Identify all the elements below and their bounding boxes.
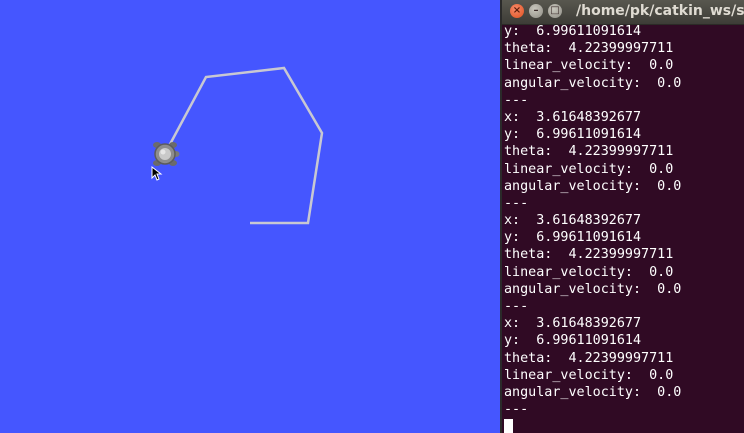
terminal-prompt-line <box>504 418 744 433</box>
terminal-line: angular_velocity: 0.0 <box>504 178 682 194</box>
terminal-line: linear_velocity: 0.0 <box>504 264 674 280</box>
minimize-icon[interactable]: – <box>529 4 543 18</box>
turtle-trail <box>166 66 324 225</box>
terminal-line: linear_velocity: 0.0 <box>504 58 674 74</box>
turtle-icon <box>153 142 180 166</box>
terminal-window[interactable]: × – □ /home/pk/catkin_ws/sr y: 6.9961109… <box>502 0 744 433</box>
terminal-line: y: 6.99611091614 <box>504 230 642 246</box>
terminal-line: x: 3.61648392677 <box>504 213 642 229</box>
terminal-line: --- <box>504 402 529 418</box>
terminal-line: --- <box>504 195 529 211</box>
terminal-title: /home/pk/catkin_ws/sr <box>576 3 744 19</box>
terminal-line: theta: 4.22399997711 <box>504 350 674 366</box>
terminal-line: angular_velocity: 0.0 <box>504 75 682 91</box>
maximize-icon[interactable]: □ <box>548 4 562 18</box>
terminal-line: theta: 4.22399997711 <box>504 41 674 57</box>
close-icon[interactable]: × <box>510 4 524 18</box>
terminal-line: --- <box>504 299 529 314</box>
terminal-line: y: 6.99611091614 <box>504 333 642 349</box>
terminal-line: angular_velocity: 0.0 <box>504 281 682 297</box>
terminal-titlebar[interactable]: × – □ /home/pk/catkin_ws/sr <box>502 0 744 25</box>
terminal-line: linear_velocity: 0.0 <box>504 161 674 177</box>
text-cursor <box>504 419 513 433</box>
terminal-line: y: 6.99611091614 <box>504 24 642 39</box>
mouse-pointer-icon <box>151 165 163 181</box>
terminal-line: x: 3.61648392677 <box>504 109 642 125</box>
terminal-line: theta: 4.22399997711 <box>504 144 674 160</box>
terminal-line: theta: 4.22399997711 <box>504 247 674 263</box>
turtle-trail-layer <box>151 66 324 225</box>
terminal-line: x: 3.61648392677 <box>504 316 642 332</box>
terminal-line: linear_velocity: 0.0 <box>504 367 674 383</box>
terminal-line: y: 6.99611091614 <box>504 127 642 143</box>
terminal-output[interactable]: y: 6.99611091614 theta: 4.22399997711 line… <box>504 23 744 433</box>
turtlesim-canvas[interactable] <box>0 0 500 433</box>
terminal-line: angular_velocity: 0.0 <box>504 384 682 400</box>
terminal-line: --- <box>504 92 529 108</box>
